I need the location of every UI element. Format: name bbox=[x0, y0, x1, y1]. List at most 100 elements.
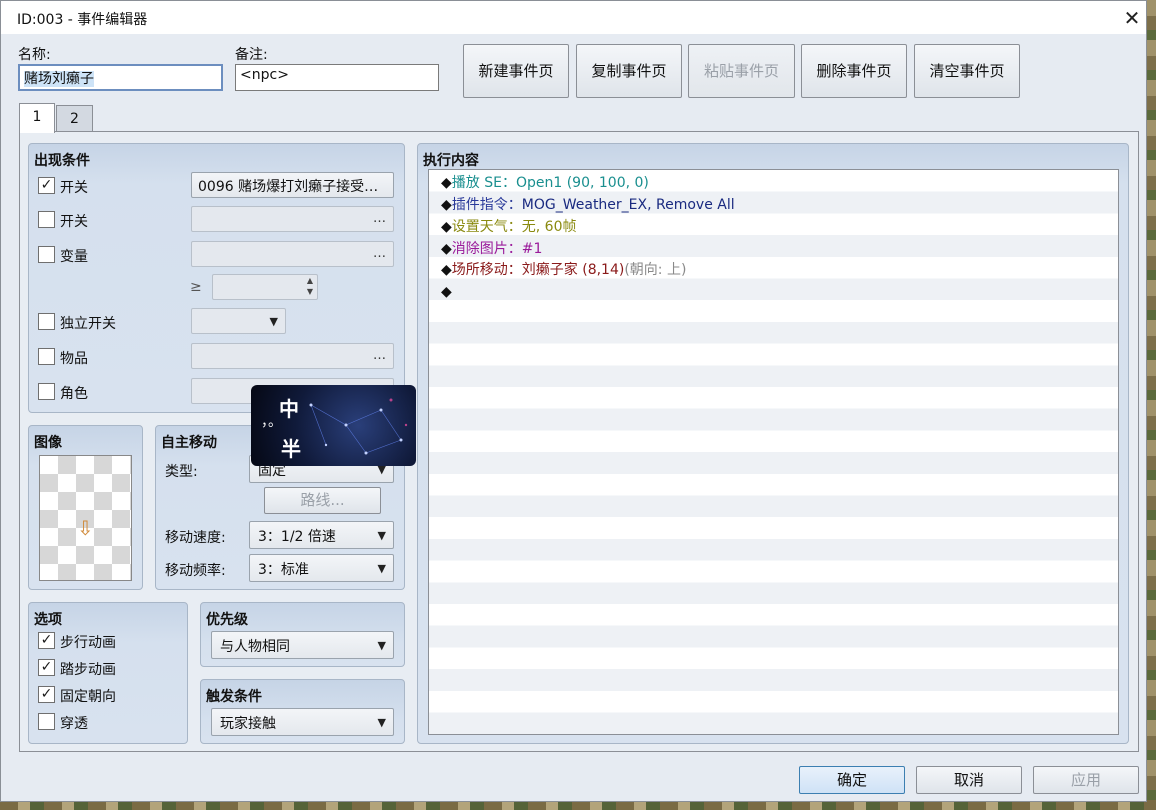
command-head: 插件指令： bbox=[451, 197, 522, 213]
bullet-icon: ◆ bbox=[441, 241, 452, 257]
movement-speed-label: 移动速度: bbox=[165, 530, 226, 546]
variable-checkbox[interactable] bbox=[38, 246, 55, 263]
copy-page-button[interactable]: 复制事件页 bbox=[576, 44, 682, 98]
ok-button[interactable]: 确定 bbox=[799, 766, 905, 794]
event-command-list[interactable]: ◆播放 SE：Open1 (90, 100, 0) ◆插件指令：MOG_Weat… bbox=[428, 169, 1119, 735]
priority-group: 优先级 与人物相同 ▼ bbox=[200, 602, 405, 667]
trigger-group: 触发条件 玩家接触 ▼ bbox=[200, 679, 405, 744]
switch2-checkbox[interactable] bbox=[38, 211, 55, 228]
map-background-right bbox=[1146, 0, 1156, 810]
dropdown-arrow-icon: ▼ bbox=[377, 529, 386, 542]
movement-type-label: 类型: bbox=[165, 464, 198, 480]
self-switch-dropdown[interactable]: ▼ bbox=[191, 308, 286, 334]
command-line[interactable]: ◆插件指令：MOG_Weather_EX, Remove All bbox=[441, 194, 735, 216]
command-line[interactable]: ◆设置天气：无, 60帧 bbox=[441, 216, 577, 238]
movement-freq-value: 3：标准 bbox=[258, 562, 309, 578]
command-body: 无, 60帧 bbox=[521, 219, 577, 235]
command-body: Open1 (90, 100, 0) bbox=[515, 175, 649, 191]
ime-floating-widget[interactable]: 中 ，。 半 bbox=[251, 385, 416, 466]
command-line[interactable]: ◆场所移动：刘癞子家 (8,14)(朝向: 上) bbox=[441, 259, 686, 281]
movement-freq-label: 移动频率: bbox=[165, 563, 226, 579]
event-editor-window: ID:003 - 事件编辑器 ✕ 名称: 赌场刘癞子 备注: <npc> 新建事… bbox=[0, 0, 1147, 802]
self-switch-checkbox[interactable] bbox=[38, 313, 55, 330]
route-button[interactable]: 路线... bbox=[264, 487, 381, 514]
movement-title: 自主移动 bbox=[161, 435, 217, 451]
walking-anim-checkbox[interactable]: ✓ bbox=[38, 632, 55, 649]
cancel-button[interactable]: 取消 bbox=[916, 766, 1022, 794]
through-label: 穿透 bbox=[60, 716, 88, 732]
apply-button[interactable]: 应用 bbox=[1033, 766, 1139, 794]
command-line[interactable]: ◆消除图片：#1 bbox=[441, 238, 542, 260]
image-group: 图像 ⇩ bbox=[28, 425, 143, 590]
tab-page-1[interactable]: 1 bbox=[19, 103, 55, 133]
direction-fix-checkbox[interactable]: ✓ bbox=[38, 686, 55, 703]
trigger-title: 触发条件 bbox=[206, 689, 262, 705]
item-label: 物品 bbox=[60, 351, 88, 367]
stepping-anim-label: 踏步动画 bbox=[60, 662, 116, 678]
command-head: 播放 SE： bbox=[451, 175, 516, 191]
bullet-icon: ◆ bbox=[441, 175, 452, 191]
dropdown-arrow-icon: ▼ bbox=[377, 716, 386, 729]
item-checkbox[interactable] bbox=[38, 348, 55, 365]
image-title: 图像 bbox=[34, 435, 62, 451]
command-head: 场所移动： bbox=[451, 262, 522, 278]
switch2-label: 开关 bbox=[60, 214, 88, 230]
trigger-value: 玩家接触 bbox=[220, 716, 276, 732]
delete-page-button[interactable]: 删除事件页 bbox=[801, 44, 907, 98]
tab-page-2[interactable]: 2 bbox=[56, 105, 93, 133]
note-input[interactable]: <npc> bbox=[235, 64, 439, 91]
command-body: 刘癞子家 (8,14) bbox=[521, 262, 625, 278]
switch1-checkbox[interactable]: ✓ bbox=[38, 177, 55, 194]
ime-char-bottom: 半 bbox=[281, 437, 301, 461]
options-title: 选项 bbox=[34, 612, 62, 628]
priority-dropdown[interactable]: 与人物相同 ▼ bbox=[211, 631, 394, 659]
switch2-picker[interactable]: … bbox=[191, 206, 394, 232]
new-page-button[interactable]: 新建事件页 bbox=[463, 44, 569, 98]
close-icon[interactable]: ✕ bbox=[1117, 3, 1147, 33]
actor-label: 角色 bbox=[60, 386, 88, 402]
name-label: 名称: bbox=[18, 47, 51, 63]
actor-checkbox[interactable] bbox=[38, 383, 55, 400]
movement-freq-dropdown[interactable]: 3：标准 ▼ bbox=[249, 554, 394, 582]
walking-anim-label: 步行动画 bbox=[60, 635, 116, 651]
switch2-dots: … bbox=[373, 211, 386, 226]
conditions-group: 出现条件 ✓ 开关 0096 赌场爆打刘癞子接受… 开关 … 变量 … ≥ ▲ ▼… bbox=[28, 143, 405, 413]
contents-title: 执行内容 bbox=[423, 153, 479, 169]
dropdown-arrow-icon: ▼ bbox=[377, 639, 386, 652]
command-head: 设置天气： bbox=[451, 219, 522, 235]
bullet-icon: ◆ bbox=[441, 219, 452, 235]
switch1-picker[interactable]: 0096 赌场爆打刘癞子接受… bbox=[191, 172, 394, 198]
command-body: MOG_Weather_EX, Remove All bbox=[521, 197, 735, 213]
options-group: 选项 ✓ 步行动画 ✓ 踏步动画 ✓ 固定朝向 穿透 bbox=[28, 602, 188, 744]
name-value: 赌场刘癞子 bbox=[24, 71, 94, 87]
priority-title: 优先级 bbox=[206, 612, 248, 628]
variable-picker[interactable]: … bbox=[191, 241, 394, 267]
command-line[interactable]: ◆播放 SE：Open1 (90, 100, 0) bbox=[441, 172, 649, 194]
character-image-preview[interactable]: ⇩ bbox=[39, 455, 132, 581]
item-picker[interactable]: … bbox=[191, 343, 394, 369]
name-input[interactable]: 赌场刘癞子 bbox=[18, 64, 223, 91]
command-line-empty[interactable]: ◆ bbox=[441, 281, 452, 303]
variable-value-spinner[interactable]: ▲ ▼ bbox=[212, 274, 318, 300]
self-switch-label: 独立开关 bbox=[60, 316, 116, 332]
ime-char-top: 中 bbox=[279, 397, 299, 421]
through-checkbox[interactable] bbox=[38, 713, 55, 730]
switch1-label: 开关 bbox=[60, 180, 88, 196]
stepping-anim-checkbox[interactable]: ✓ bbox=[38, 659, 55, 676]
down-arrow-icon: ⇩ bbox=[77, 516, 94, 540]
variable-dots: … bbox=[373, 246, 386, 261]
dropdown-arrow-icon: ▼ bbox=[269, 315, 278, 328]
clear-page-button[interactable]: 清空事件页 bbox=[914, 44, 1020, 98]
window-title: ID:003 - 事件编辑器 bbox=[17, 12, 148, 28]
variable-label: 变量 bbox=[60, 249, 88, 265]
paste-page-button[interactable]: 粘贴事件页 bbox=[688, 44, 795, 98]
ime-punct-mark: ，。 bbox=[261, 414, 282, 430]
switch1-value: 0096 赌场爆打刘癞子接受… bbox=[198, 179, 379, 195]
bullet-icon: ◆ bbox=[441, 284, 452, 300]
trigger-dropdown[interactable]: 玩家接触 ▼ bbox=[211, 708, 394, 736]
direction-fix-label: 固定朝向 bbox=[60, 689, 116, 705]
spinner-arrows-icon[interactable]: ▲ ▼ bbox=[307, 275, 313, 297]
command-body: #1 bbox=[521, 241, 543, 257]
movement-speed-dropdown[interactable]: 3：1/2 倍速 ▼ bbox=[249, 521, 394, 549]
bullet-icon: ◆ bbox=[441, 197, 452, 213]
